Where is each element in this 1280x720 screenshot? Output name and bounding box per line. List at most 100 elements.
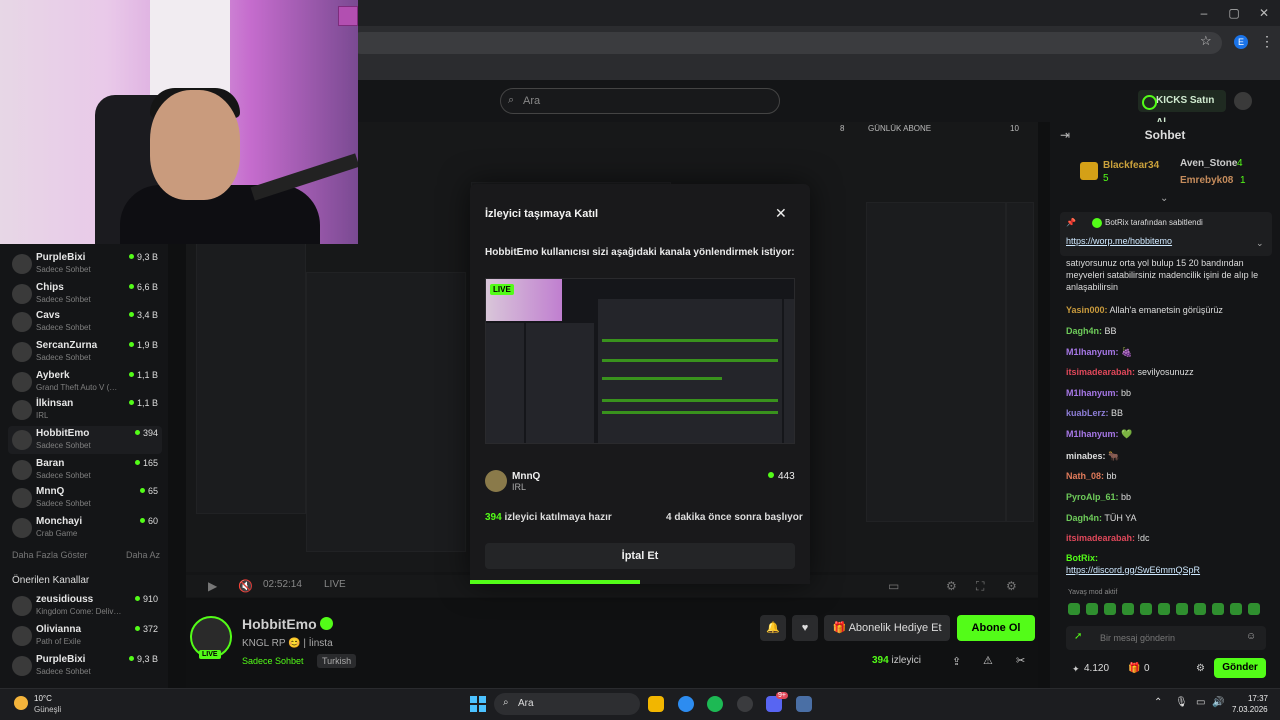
sidebar-channel[interactable]: PurpleBixi Sadece Sohbet 9,3 B xyxy=(8,250,162,278)
sidebar-channel[interactable]: Monchayi Crab Game 60 xyxy=(8,514,162,542)
sidebar-channel[interactable]: SercanZurna Sadece Sohbet 1,9 B xyxy=(8,338,162,366)
cancel-button[interactable]: İptal Et xyxy=(485,543,795,569)
emote[interactable] xyxy=(1212,603,1224,615)
chat-user[interactable]: Yasin000: xyxy=(1066,305,1108,315)
chat-user[interactable]: M1lhanyum: xyxy=(1066,347,1119,357)
minimize-icon[interactable]: – xyxy=(1195,4,1213,22)
webcam-overlay xyxy=(0,0,358,244)
file-explorer-icon[interactable] xyxy=(648,696,664,712)
chat-user[interactable]: itsimadearabah: xyxy=(1066,533,1135,543)
gift-sub-button[interactable]: 🎁 Abonelik Hediye Et xyxy=(824,615,950,641)
sidebar-channel[interactable]: Cavs Sadece Sohbet 3,4 B xyxy=(8,308,162,336)
start-windows-icon[interactable] xyxy=(470,696,486,712)
leaderboard-user[interactable]: Emrebyk08 xyxy=(1180,175,1233,186)
share-icon[interactable]: ⇪ xyxy=(952,655,961,668)
chat-user[interactable]: M1lhanyum: xyxy=(1066,429,1119,439)
notification-bell-icon[interactable]: 🔔 xyxy=(760,615,786,641)
profile-icon[interactable]: E xyxy=(1234,35,1248,49)
fullscreen-icon[interactable]: ⛶ xyxy=(976,579,984,594)
volume-icon[interactable]: 🔊 xyxy=(1212,697,1224,708)
play-icon[interactable]: ▶ xyxy=(208,579,217,593)
sidebar-channel[interactable]: MnnQ Sadece Sohbet 65 xyxy=(8,484,162,512)
emote[interactable] xyxy=(1248,603,1260,615)
sidebar-channel-active[interactable]: HobbitEmo Sadece Sohbet 394 xyxy=(8,426,162,454)
chat-link[interactable]: https://discord.gg/SwE6mmQSpR xyxy=(1066,565,1200,575)
language-tag[interactable]: Turkish xyxy=(317,654,357,668)
kicks-buy-button[interactable]: KICKS Satın Al xyxy=(1138,90,1226,128)
follow-heart-icon[interactable]: ♥ xyxy=(792,615,818,641)
clip-icon[interactable]: ✂ xyxy=(1016,654,1025,667)
recommended-channel[interactable]: Olivianna Path of Exile 372 xyxy=(8,622,162,650)
subscribe-button[interactable]: Abone Ol xyxy=(957,615,1035,641)
recommended-channel[interactable]: PurpleBixi Sadece Sohbet 9,3 B xyxy=(8,652,162,680)
emote[interactable] xyxy=(1158,603,1170,615)
emote[interactable] xyxy=(1176,603,1188,615)
search-input[interactable]: Ara xyxy=(500,88,780,114)
chat-user[interactable]: itsimadearabah: xyxy=(1066,367,1135,377)
chat-text: BB xyxy=(1104,326,1117,336)
clock-time[interactable]: 17:37 xyxy=(1246,694,1268,703)
chrome-icon[interactable] xyxy=(678,696,694,712)
weather-sun-icon[interactable] xyxy=(14,696,28,710)
chat-user[interactable]: PyroAlp_61: xyxy=(1066,492,1119,502)
theater-icon[interactable]: ▭ xyxy=(888,579,899,593)
network-icon[interactable]: ▭ xyxy=(1196,697,1205,708)
address-bar[interactable] xyxy=(350,32,1222,54)
emote[interactable] xyxy=(1194,603,1206,615)
emoji-icon[interactable]: ☺ xyxy=(1246,631,1256,642)
chat-user[interactable]: M1lhanyum: xyxy=(1066,388,1119,398)
emote[interactable] xyxy=(1140,603,1152,615)
emote[interactable] xyxy=(1086,603,1098,615)
expand-leaderboard-icon[interactable]: ⌄ xyxy=(1160,193,1168,204)
emote[interactable] xyxy=(1122,603,1134,615)
chat-user[interactable]: Dagh4n: xyxy=(1066,326,1102,336)
gift-count[interactable]: 0 xyxy=(1144,663,1150,674)
send-button[interactable]: Gönder xyxy=(1214,658,1266,678)
chat-settings-icon[interactable]: ⚙ xyxy=(1196,663,1205,674)
category-link[interactable]: Sadece Sohbet xyxy=(242,656,304,666)
mic-icon[interactable]: 🎙 xyxy=(1175,697,1188,708)
sidebar-channel[interactable]: Ayberk Grand Theft Auto V (… 1,1 B xyxy=(8,368,162,396)
user-avatar[interactable] xyxy=(1234,92,1252,110)
channel-points[interactable]: 4.120 xyxy=(1084,663,1109,674)
sidebar-channel[interactable]: Chips Sadece Sohbet 6,6 B xyxy=(8,280,162,308)
weather-desc[interactable]: Güneşli xyxy=(34,705,61,714)
emote[interactable] xyxy=(1068,603,1080,615)
live-indicator[interactable]: LIVE xyxy=(324,579,346,590)
close-icon[interactable]: ✕ xyxy=(775,205,787,222)
clock-date[interactable]: 7.03.2026 xyxy=(1232,705,1268,714)
recommended-channel[interactable]: zeusidiouss Kingdom Come: Deliv… 910 xyxy=(8,592,162,620)
volume-icon[interactable]: 🔇 xyxy=(238,579,253,593)
app-icon[interactable] xyxy=(796,696,812,712)
report-icon[interactable]: ⚠ xyxy=(983,654,993,667)
sidebar-channel[interactable]: Baran Sadece Sohbet 165 xyxy=(8,456,162,484)
tray-chevron-icon[interactable]: ⌃ xyxy=(1154,697,1162,708)
show-more-link[interactable]: Daha Fazla Göster xyxy=(12,550,88,560)
show-less-link[interactable]: Daha Az xyxy=(126,550,160,560)
settings-icon[interactable]: ⚙ xyxy=(946,579,957,593)
emote[interactable] xyxy=(1104,603,1116,615)
spotify-icon[interactable] xyxy=(707,696,723,712)
chat-user[interactable]: Nath_08: xyxy=(1066,471,1104,481)
chat-user[interactable]: Dagh4n: xyxy=(1066,513,1102,523)
pinned-expand-icon[interactable]: ⌄ xyxy=(1256,238,1264,249)
chat-message: Dagh4n: TÜH YA xyxy=(1066,512,1272,524)
bookmark-star-icon[interactable]: ☆ xyxy=(1200,33,1212,49)
chat-user[interactable]: kuabLerz: xyxy=(1066,408,1109,418)
maximize-icon[interactable]: ▢ xyxy=(1225,4,1243,22)
pinned-link[interactable]: https://worp.me/hobbitemo xyxy=(1066,236,1172,246)
sidebar-channel[interactable]: İlkinsan IRL 1,1 B xyxy=(8,396,162,424)
browser-menu-icon[interactable]: ⋮ xyxy=(1260,33,1274,50)
taskbar-search[interactable]: Ara xyxy=(494,693,640,715)
chat-user[interactable]: BotRix: xyxy=(1066,553,1098,563)
leaderboard-user[interactable]: Aven_Stone xyxy=(1180,158,1237,169)
leaderboard-user[interactable]: Blackfear34 xyxy=(1103,160,1159,171)
channel-name[interactable]: HobbitEmo xyxy=(242,616,317,632)
app-icon[interactable] xyxy=(737,696,753,712)
weather-temp[interactable]: 10°C xyxy=(34,694,52,703)
chat-input[interactable]: Bir mesaj gönderin xyxy=(1066,626,1266,650)
emote[interactable] xyxy=(1230,603,1242,615)
chat-user[interactable]: minabes: xyxy=(1066,451,1106,461)
player-settings-icon[interactable]: ⚙ xyxy=(1006,579,1017,593)
close-window-icon[interactable]: ✕ xyxy=(1255,4,1273,22)
